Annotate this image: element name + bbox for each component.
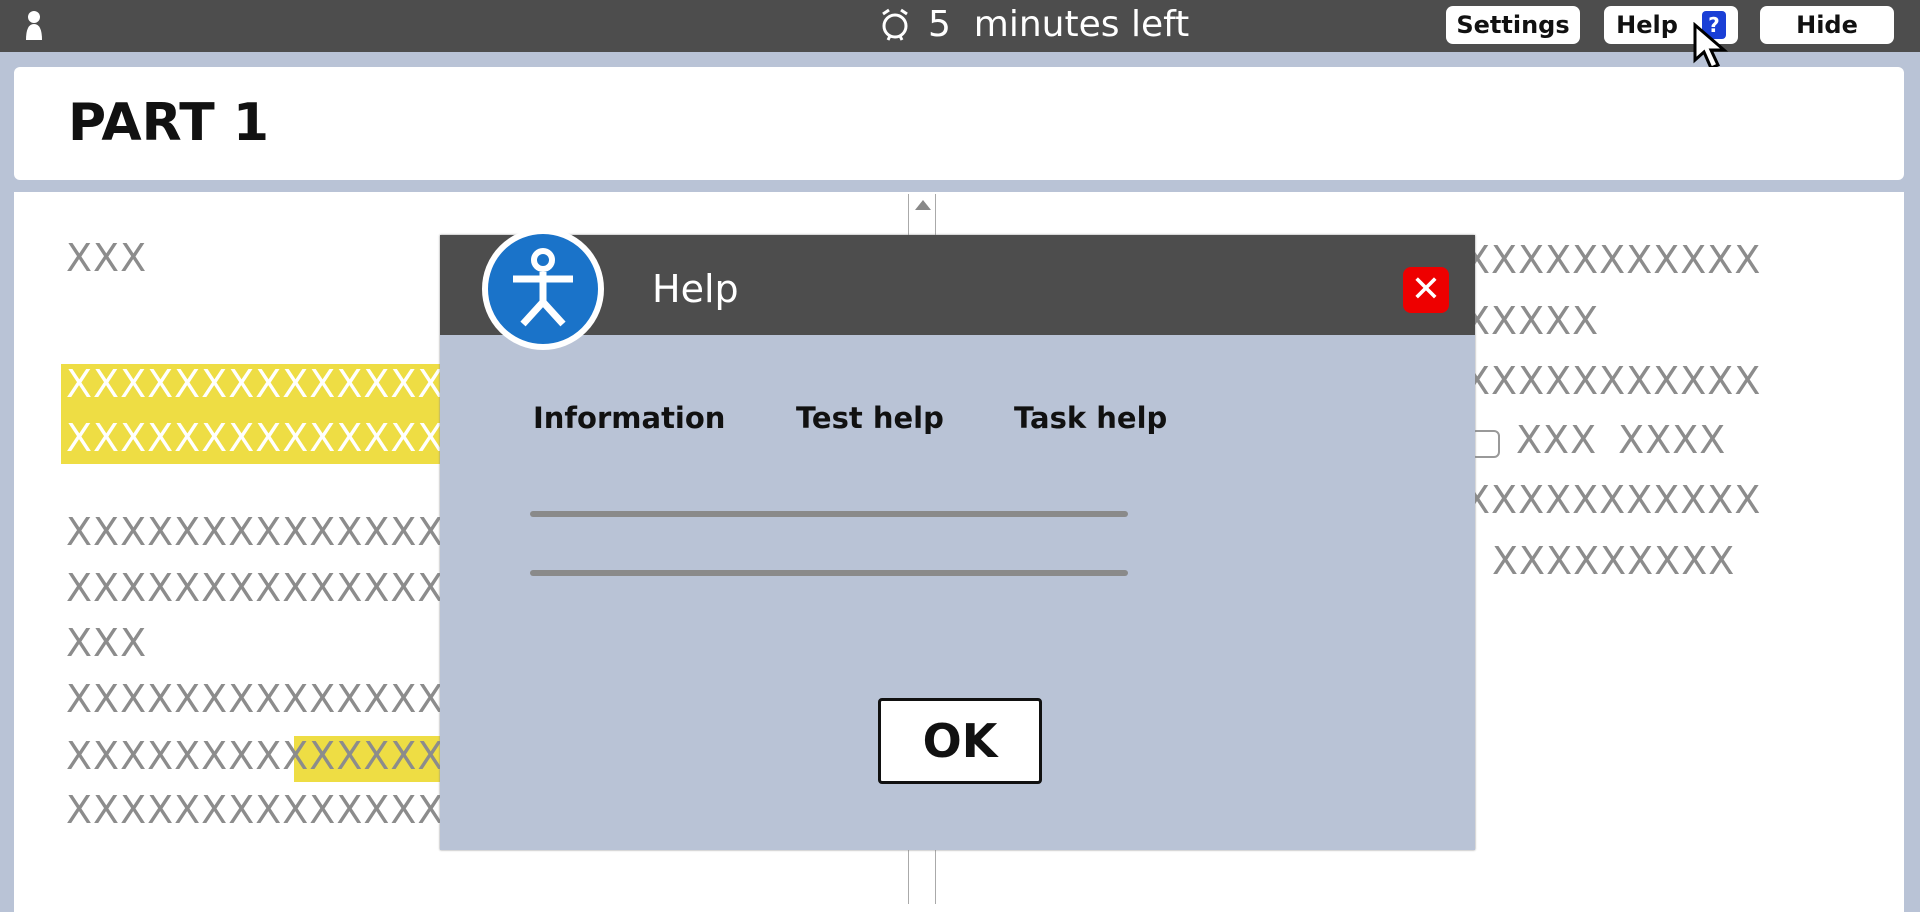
page-header: PART 1 [14, 67, 1904, 180]
text-line: XXXXXXXXXXXXXXX [66, 510, 472, 554]
text-line: XXXXXXXXXXXXXXX [66, 416, 472, 460]
tab-information[interactable]: Information [533, 401, 725, 435]
text-line: XXXXXXXXXXXXXXX [66, 677, 472, 721]
checkbox-label: XXX XXXX [1516, 418, 1727, 462]
help-label: Help [1616, 11, 1678, 39]
text-line: XXXXXXXXXXXXXXX [66, 788, 472, 832]
text-line: XXXXX [1464, 299, 1600, 343]
accessibility-icon [482, 228, 604, 350]
ok-button[interactable]: OK [878, 698, 1042, 784]
text-line: XXX [66, 236, 148, 280]
content-placeholder-line [530, 511, 1128, 517]
help-dialog: Help ✕ Information Test help Task help O… [440, 228, 1475, 850]
hide-button[interactable]: Hide [1760, 6, 1894, 44]
text-line: XXXXXXXXX [1492, 539, 1736, 583]
dialog-title: Help [652, 267, 739, 311]
text-line: XXXXXXXXXXXXXXX [66, 734, 472, 778]
top-bar: 5 minutes left Settings Help? Hide [0, 0, 1920, 52]
user-icon [26, 11, 42, 40]
content-placeholder-line [530, 570, 1128, 576]
scroll-up-icon[interactable] [915, 200, 931, 210]
text-line: XXXXXXXXXXX [1464, 238, 1762, 282]
tab-task-help[interactable]: Task help [1014, 401, 1167, 435]
page-title: PART 1 [68, 93, 270, 153]
mouse-cursor-icon [1693, 22, 1729, 70]
settings-button[interactable]: Settings [1446, 6, 1580, 44]
text-line: XXXXXXXXXXXXXXX [66, 362, 472, 406]
text-line: XXXXXXXXXXX [1464, 359, 1762, 403]
alarm-clock-icon [882, 8, 908, 41]
text-line: XXXXXXXXXXXXXXX [66, 566, 472, 610]
timer-text: 5 minutes left [928, 4, 1190, 45]
tab-test-help[interactable]: Test help [796, 401, 944, 435]
text-line: XXXXXXXXXXX [1464, 478, 1762, 522]
timer: 5 minutes left [880, 4, 1189, 45]
close-icon[interactable]: ✕ [1403, 267, 1449, 313]
text-line: XXX [66, 621, 148, 665]
